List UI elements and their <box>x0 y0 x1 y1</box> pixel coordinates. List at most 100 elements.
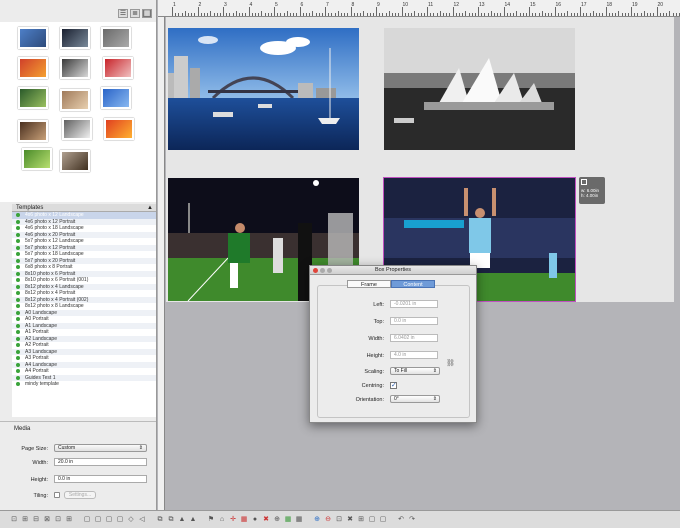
toolbar-button-icon[interactable]: ▢ <box>83 516 91 524</box>
toolbar-button-icon[interactable]: ⊞ <box>65 516 73 524</box>
ruler-tick <box>621 13 623 16</box>
ruler-tick <box>602 13 604 16</box>
link-dimensions-icon[interactable]: ⛓ <box>446 359 455 367</box>
thumbnail[interactable] <box>18 27 48 49</box>
toolbar-button-icon[interactable]: ▦ <box>284 516 292 524</box>
width-field[interactable]: 6.0402 in <box>390 334 438 342</box>
ruler-tick <box>172 7 173 16</box>
centring-checkbox[interactable]: ✓ <box>390 382 397 389</box>
thumbnail[interactable] <box>60 27 90 49</box>
ruler-number: 9 <box>377 2 380 8</box>
ruler-tick <box>446 13 448 16</box>
photo-opera-house[interactable] <box>384 28 575 150</box>
toolbar-button-icon[interactable]: ▢ <box>105 516 113 524</box>
thumbnail[interactable] <box>22 148 52 170</box>
height-field[interactable]: 4.0 in <box>390 351 438 359</box>
thumbnail[interactable] <box>62 118 92 140</box>
thumbnail[interactable] <box>60 150 90 172</box>
page-size-select[interactable]: Custom ⇕ <box>54 444 147 452</box>
width-label: Width: <box>368 336 384 342</box>
ruler-number: 10 <box>402 2 409 8</box>
toolbar-button-icon[interactable]: ▢ <box>94 516 102 524</box>
zoom-icon[interactable] <box>327 268 332 273</box>
minimize-icon[interactable] <box>320 268 325 273</box>
toolbar-button-icon[interactable]: ⧉ <box>156 516 164 524</box>
thumbnail[interactable] <box>60 57 90 79</box>
template-status-icon <box>16 226 20 231</box>
thumbnail[interactable] <box>60 89 90 111</box>
close-icon[interactable] <box>313 268 318 273</box>
toolbar-button-icon[interactable]: ⊞ <box>21 516 29 524</box>
ruler-number: 6 <box>300 2 304 8</box>
toolbar-button-icon[interactable]: ◇ <box>127 516 135 524</box>
toolbar-button-icon[interactable]: ▲ <box>178 516 186 524</box>
ruler-tick <box>494 13 495 16</box>
toolbar-button-icon[interactable]: ⊡ <box>10 516 18 524</box>
grid-view-button[interactable]: ▦ <box>142 9 152 18</box>
media-width-field[interactable]: 20.0 in <box>54 458 147 466</box>
photo-harbour-bridge[interactable] <box>168 28 359 150</box>
toolbar-button-icon[interactable]: ▦ <box>240 516 248 524</box>
ruler-tick <box>197 7 199 16</box>
orientation-select[interactable]: 0° ⇕ <box>390 395 440 403</box>
thumbnail[interactable] <box>18 120 48 142</box>
toolbar-button-icon[interactable]: ⊟ <box>32 516 40 524</box>
ruler-tick <box>449 13 451 16</box>
toolbar-button-icon[interactable]: ● <box>251 516 259 524</box>
collapse-icon[interactable]: ▲ <box>147 204 153 212</box>
ruler-tick <box>586 13 588 16</box>
toolbar-button-icon[interactable]: ⚑ <box>207 516 215 524</box>
media-height-field[interactable]: 0.0 in <box>54 475 147 483</box>
ruler-tick <box>647 13 648 16</box>
toolbar-button-icon[interactable]: ⧉ <box>167 516 175 524</box>
toolbar-button-icon[interactable]: ▢ <box>368 516 376 524</box>
thumbnail[interactable] <box>104 118 134 140</box>
toolbar-button-icon[interactable]: ✛ <box>229 516 237 524</box>
ruler-tick <box>605 7 607 16</box>
dialog-titlebar[interactable]: Box Properties <box>310 266 476 275</box>
toolbar-button-icon[interactable]: ⊠ <box>43 516 51 524</box>
ruler-tick <box>439 11 441 16</box>
tab-frame[interactable]: Frame <box>347 280 391 288</box>
settings-button[interactable]: Settings... <box>64 491 96 499</box>
thumbnail[interactable] <box>101 87 131 109</box>
ruler-tick <box>541 11 543 16</box>
ruler-tick <box>560 13 562 16</box>
toolbar-button-icon[interactable]: ⊡ <box>335 516 343 524</box>
thumbnail[interactable] <box>18 57 48 79</box>
ruler-tick <box>235 11 237 16</box>
list-view-button[interactable]: ☰ <box>118 9 128 18</box>
tab-content[interactable]: Content <box>391 280 435 288</box>
toolbar-button-icon[interactable]: ⊕ <box>313 516 321 524</box>
ruler-tick <box>366 13 368 16</box>
detail-view-button[interactable]: ≣ <box>130 9 140 18</box>
toolbar-button-icon[interactable]: ▢ <box>379 516 387 524</box>
tiling-checkbox[interactable] <box>54 492 60 498</box>
toolbar-button-icon[interactable]: ↶ <box>397 516 405 524</box>
template-item[interactable]: mindy template <box>12 381 156 388</box>
templates-header[interactable]: Templates ▲ <box>12 204 156 212</box>
toolbar-button-icon[interactable]: ▦ <box>295 516 303 524</box>
left-ruler <box>158 17 165 510</box>
thumbnail[interactable] <box>18 87 48 109</box>
toolbar-button-icon[interactable]: ✖ <box>262 516 270 524</box>
top-field[interactable]: 0.0 in <box>390 317 438 325</box>
thumbnail[interactable] <box>103 57 133 79</box>
toolbar-button-icon[interactable]: ⊞ <box>357 516 365 524</box>
toolbar-button-icon[interactable]: ✖ <box>346 516 354 524</box>
toolbar-button-icon[interactable]: ⊡ <box>54 516 62 524</box>
ruler-tick <box>347 13 349 16</box>
toolbar-button-icon[interactable]: ▲ <box>189 516 197 524</box>
toolbar-button-icon[interactable]: ↷ <box>408 516 416 524</box>
left-field[interactable]: -0.0201 in <box>390 300 438 308</box>
scaling-select[interactable]: To Fill ⇕ <box>390 367 440 375</box>
toolbar-button-icon[interactable]: ⊕ <box>273 516 281 524</box>
toolbar-button-icon[interactable]: ◁ <box>138 516 146 524</box>
toolbar-button-icon[interactable]: ▢ <box>116 516 124 524</box>
ruler-number: 12 <box>453 2 460 8</box>
frame-icon <box>581 179 587 185</box>
ruler-tick <box>226 13 228 16</box>
thumbnail[interactable] <box>101 27 131 49</box>
toolbar-button-icon[interactable]: ⊖ <box>324 516 332 524</box>
toolbar-button-icon[interactable]: ⌂ <box>218 516 226 524</box>
